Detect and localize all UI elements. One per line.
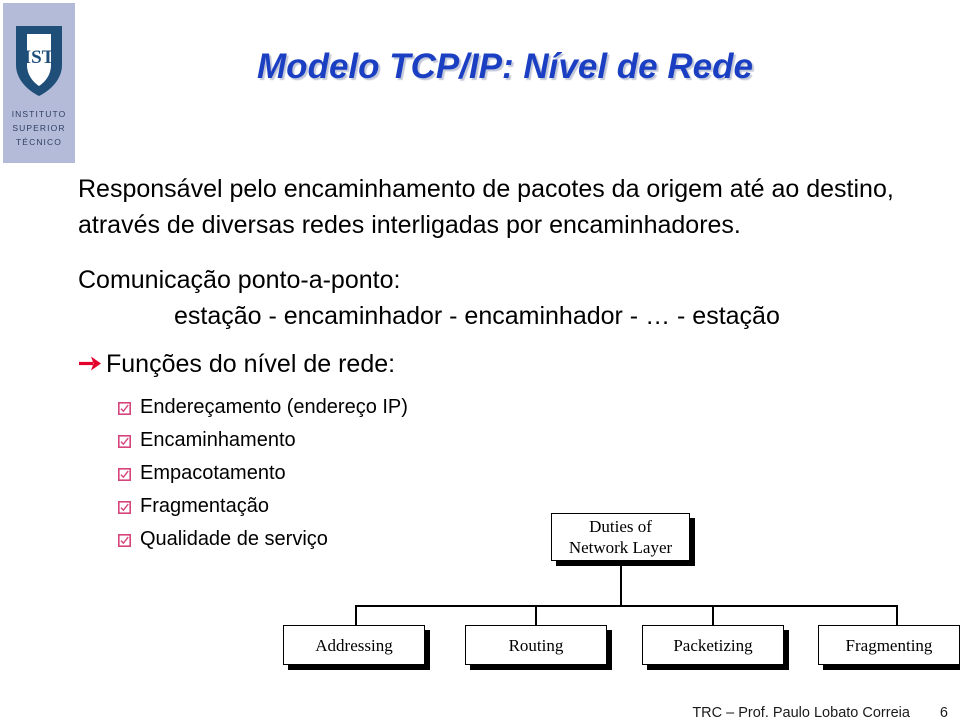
connector-drop-addressing [355,605,357,625]
checkbox-checked-icon [118,500,131,514]
logo-line-superior: SUPERIOR [12,123,66,133]
duties-of-network-layer-diagram: Duties of Network Layer Addressing Routi… [270,500,960,690]
footer-page-number: 6 [939,705,948,721]
ist-monogram: IST [24,47,55,68]
function-label: Fragmentação [140,494,269,517]
diagram-root-box: Duties of Network Layer [551,513,690,561]
function-label: Encaminhamento [140,428,296,451]
function-label: Endereçamento (endereço IP) [140,395,408,418]
connector-root-stem [620,561,622,605]
arrow-right-icon [79,356,101,371]
logo-band: IST INSTITUTO SUPERIOR TÉCNICO [3,3,75,163]
logo-line-instituto: INSTITUTO [11,109,67,119]
communication-chain: estação - encaminhador - encaminhador - … [174,302,780,330]
diagram-child-box-packetizing: Packetizing [642,625,784,665]
checkbox-checked-icon [118,467,131,481]
page-title: Modelo TCP/IP: Nível de Rede [257,47,753,86]
diagram-root-line1: Duties of [589,517,652,536]
list-item: Endereçamento (endereço IP) [118,392,408,422]
function-label: Empacotamento [140,461,286,484]
checkbox-checked-icon [118,401,131,415]
footer-credit: TRC – Prof. Paulo Lobato Correia [692,705,910,721]
diagram-child-box-addressing: Addressing [283,625,425,665]
footer: TRC – Prof. Paulo Lobato Correia 6 [692,705,948,721]
communication-block: Comunicação ponto-a-ponto: estação - enc… [78,262,948,334]
logo-wordmark: INSTITUTO SUPERIOR TÉCNICO [3,107,75,149]
ist-shield-icon: IST [16,26,62,96]
list-item: Encaminhamento [118,425,408,455]
checkbox-checked-icon [118,533,131,547]
functions-heading-label: Funções do nível de rede: [106,350,396,378]
connector-drop-packetizing [712,605,714,625]
diagram-child-box-fragmenting: Fragmenting [818,625,960,665]
diagram-root-line2: Network Layer [568,538,673,557]
checkbox-checked-icon [118,434,131,448]
functions-heading-row: Funções do nível de rede: [78,350,395,379]
connector-horizontal-bus [355,605,898,607]
list-item: Empacotamento [118,458,408,488]
connector-drop-routing [535,605,537,625]
intro-paragraph: Responsável pelo encaminhamento de pacot… [78,175,894,239]
logo-line-tecnico: TÉCNICO [16,137,62,147]
diagram-child-box-routing: Routing [465,625,607,665]
communication-heading: Comunicação ponto-a-ponto: [78,266,401,294]
connector-drop-fragmenting [896,605,898,625]
